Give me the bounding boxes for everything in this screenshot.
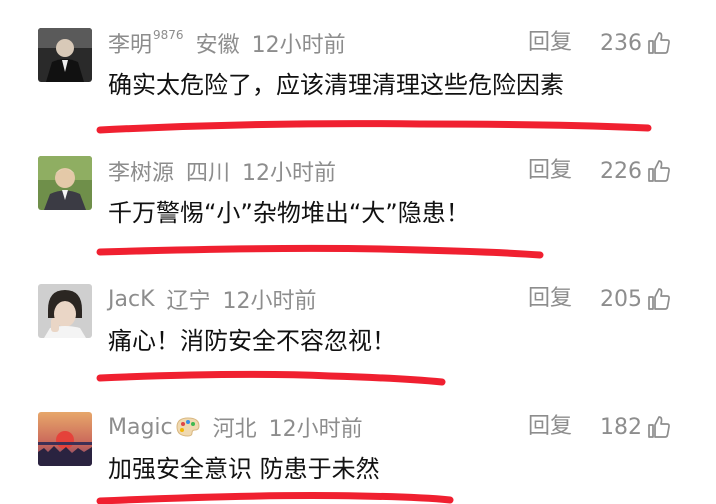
comment-text: 千万警惕“小”杂物堆出“大”隐患！ [108,199,470,227]
like-button[interactable]: 205 [600,282,672,316]
palette-emoji-icon [175,416,201,438]
timestamp: 12小时前 [268,417,363,442]
like-count: 226 [600,158,642,184]
like-count: 182 [600,414,642,440]
username[interactable]: 李树源 [108,155,174,187]
like-button[interactable]: 182 [600,410,672,444]
location: 四川 [186,161,231,186]
comment-item: 李明 9876 安徽 12小时前 回复 236 确实太危险了，应该清理清理这些危… [0,0,716,128]
like-count: 236 [600,30,642,56]
thumbs-up-icon [648,416,670,438]
username-superscript: 9876 [153,28,184,42]
comment-text: 加强安全意识 防患于未然 [108,455,380,483]
location: 河北 [212,417,257,442]
comment-meta: 李树源 四川 12小时前 [108,154,336,188]
location: 安徽 [195,33,240,58]
comment-item: Magic 河北 12小时前 回复 182 加强安全意识 防患于未然 [0,384,716,504]
comment-text: 痛心！消防安全不容忽视！ [108,327,396,355]
timestamp: 12小时前 [251,33,346,58]
avatar[interactable] [38,284,92,338]
reply-button[interactable]: 回复 [528,410,572,444]
reply-button[interactable]: 回复 [528,26,572,60]
location: 辽宁 [166,289,211,314]
thumbs-up-icon [648,288,670,310]
reply-button[interactable]: 回复 [528,282,572,316]
username[interactable]: 李明 [108,27,152,59]
avatar-dark-suit-icon [38,28,92,82]
avatar[interactable] [38,28,92,82]
avatar[interactable] [38,412,92,466]
like-button[interactable]: 226 [600,154,672,188]
avatar-sunset-landscape-icon [38,412,92,466]
comment-item: 李树源 四川 12小时前 回复 226 千万警惕“小”杂物堆出“大”隐患！ [0,128,716,256]
comment-list: 李明 9876 安徽 12小时前 回复 236 确实太危险了，应该清理清理这些危… [0,0,716,504]
comment-meta: JacK 辽宁 12小时前 [108,282,317,316]
comment-meta: Magic 河北 12小时前 [108,410,363,444]
thumbs-up-icon [648,160,670,182]
avatar-elderly-man-icon [38,156,92,210]
comment-text: 确实太危险了，应该清理清理这些危险因素 [108,71,564,99]
comment-meta: 李明 9876 安徽 12小时前 [108,26,346,60]
username[interactable]: Magic [108,415,173,440]
avatar[interactable] [38,156,92,210]
timestamp: 12小时前 [242,161,337,186]
timestamp: 12小时前 [222,289,317,314]
avatar-young-person-icon [38,284,92,338]
username[interactable]: JacK [108,287,155,312]
like-count: 205 [600,286,642,312]
comment-item: JacK 辽宁 12小时前 回复 205 痛心！消防安全不容忽视！ [0,256,716,384]
reply-button[interactable]: 回复 [528,154,572,188]
thumbs-up-icon [648,32,670,54]
like-button[interactable]: 236 [600,26,672,60]
